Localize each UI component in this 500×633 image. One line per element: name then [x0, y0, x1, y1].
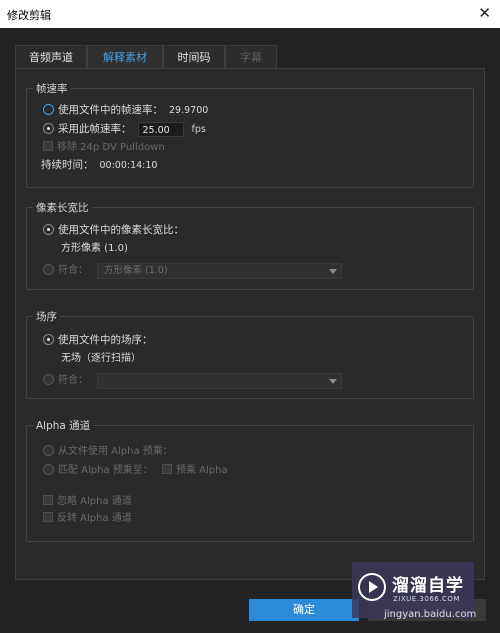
- frame-rate-use-file-row: 使用文件中的帧速率： 29.9700: [43, 102, 208, 118]
- invert-alpha-label: 反转 Alpha 通道: [57, 513, 132, 524]
- field-order-use-file-row: 使用文件中的场序：: [43, 332, 153, 348]
- remove-pulldown-checkbox: [43, 141, 53, 151]
- file-frame-rate-value: 29.9700: [169, 105, 209, 116]
- alpha-interpret-radio: [43, 463, 54, 475]
- close-icon[interactable]: ✕: [478, 4, 491, 22]
- tab-timecode[interactable]: 时间码: [163, 45, 225, 69]
- tab-audio-channels[interactable]: 音频声道: [15, 45, 87, 69]
- tab-interpret-footage[interactable]: 解释素材: [87, 45, 163, 69]
- fps-unit: fps: [191, 124, 206, 135]
- remove-pulldown-label: 移除 24p DV Pulldown: [57, 142, 165, 153]
- invert-alpha-row: 反转 Alpha 通道: [43, 511, 132, 527]
- pixel-aspect-file-value: 方形像素 (1.0): [61, 243, 128, 254]
- pixel-aspect-group: 像素长宽比 使用文件中的像素长宽比： 方形像素 (1.0) 符合： 方形像素 (…: [26, 200, 474, 290]
- pixel-aspect-select-value: 方形像素 (1.0): [104, 265, 168, 276]
- play-logo-icon: [358, 573, 386, 601]
- invert-alpha-checkbox: [43, 512, 53, 522]
- frame-rate-assume-row: 采用此帧速率： 25.00 fps: [43, 121, 206, 137]
- watermark-url: jingyan.baidu.com: [384, 609, 477, 620]
- assume-frame-rate-label: 采用此帧速率：: [58, 123, 132, 135]
- alpha-group: Alpha 通道 从文件使用 Alpha 预乘： 匹配 Alpha 预乘至： 预…: [26, 418, 474, 542]
- pixel-aspect-use-file-row: 使用文件中的像素长宽比：: [43, 222, 184, 238]
- frame-rate-group: 帧速率 使用文件中的帧速率： 29.9700 采用此帧速率： 25.00 fps 移除…: [26, 81, 474, 188]
- ignore-alpha-label: 忽略 Alpha 通道: [57, 496, 132, 507]
- chevron-down-icon: [329, 379, 337, 384]
- alpha-from-file-row: 从文件使用 Alpha 预乘：: [43, 444, 173, 460]
- field-order-file-value: 无场（逐行扫描）: [61, 353, 141, 364]
- pixel-aspect-conform-row: 符合：: [43, 263, 88, 279]
- field-order-legend: 场序: [33, 309, 60, 324]
- field-order-select[interactable]: [97, 373, 342, 389]
- alpha-legend: Alpha 通道: [33, 418, 94, 433]
- conform-pixel-aspect-radio[interactable]: [43, 263, 54, 275]
- frame-rate-input[interactable]: 25.00: [137, 121, 184, 137]
- conform-field-order-label: 符合：: [58, 375, 88, 386]
- pixel-aspect-select[interactable]: 方形像素 (1.0): [97, 263, 342, 279]
- alpha-interpret-row: 匹配 Alpha 预乘至： 预乘 Alpha: [43, 463, 228, 479]
- ignore-alpha-checkbox: [43, 495, 53, 505]
- watermark-name: 溜溜自学: [392, 576, 464, 596]
- field-order-file-value-row: 无场（逐行扫描）: [61, 351, 141, 367]
- pulldown-row: 移除 24p DV Pulldown: [43, 140, 165, 156]
- use-file-pixel-aspect-radio[interactable]: [43, 223, 54, 235]
- tab-captions: 字幕: [225, 45, 277, 69]
- chevron-down-icon: [329, 269, 337, 274]
- conform-field-order-radio[interactable]: [43, 373, 54, 385]
- watermark-sub: ZIXUE.3066.COM: [393, 595, 460, 603]
- use-file-field-order-label: 使用文件中的场序：: [58, 334, 153, 346]
- frame-rate-legend: 帧速率: [33, 81, 71, 96]
- duration-row: 持续时间： 00:00:14:10: [41, 157, 157, 173]
- alpha-from-file-label: 从文件使用 Alpha 预乘：: [58, 446, 173, 457]
- use-file-frame-rate-label: 使用文件中的帧速率：: [58, 104, 163, 116]
- use-file-field-order-radio[interactable]: [43, 333, 54, 345]
- pixel-aspect-file-value-row: 方形像素 (1.0): [61, 241, 128, 257]
- field-order-group: 场序 使用文件中的场序： 无场（逐行扫描） 符合：: [26, 309, 474, 399]
- assume-frame-rate-radio[interactable]: [43, 122, 54, 134]
- premultiply-label: 预乘 Alpha: [175, 465, 228, 476]
- duration-label: 持续时间：: [41, 159, 94, 171]
- ignore-alpha-row: 忽略 Alpha 通道: [43, 494, 132, 510]
- duration-value: 00:00:14:10: [99, 160, 158, 171]
- field-order-conform-row: 符合：: [43, 373, 88, 389]
- use-file-pixel-aspect-label: 使用文件中的像素长宽比：: [58, 224, 184, 236]
- window-title: 修改剪辑: [7, 9, 51, 22]
- conform-pixel-aspect-label: 符合：: [58, 265, 88, 276]
- ok-button[interactable]: 确定: [249, 599, 359, 621]
- alpha-interpret-label: 匹配 Alpha 预乘至：: [58, 465, 153, 476]
- use-file-frame-rate-radio[interactable]: [43, 103, 54, 115]
- title-bar: 修改剪辑 ✕: [0, 0, 500, 28]
- premultiply-checkbox: [161, 464, 172, 474]
- alpha-from-file-radio: [43, 444, 54, 456]
- pixel-aspect-legend: 像素长宽比: [33, 200, 92, 215]
